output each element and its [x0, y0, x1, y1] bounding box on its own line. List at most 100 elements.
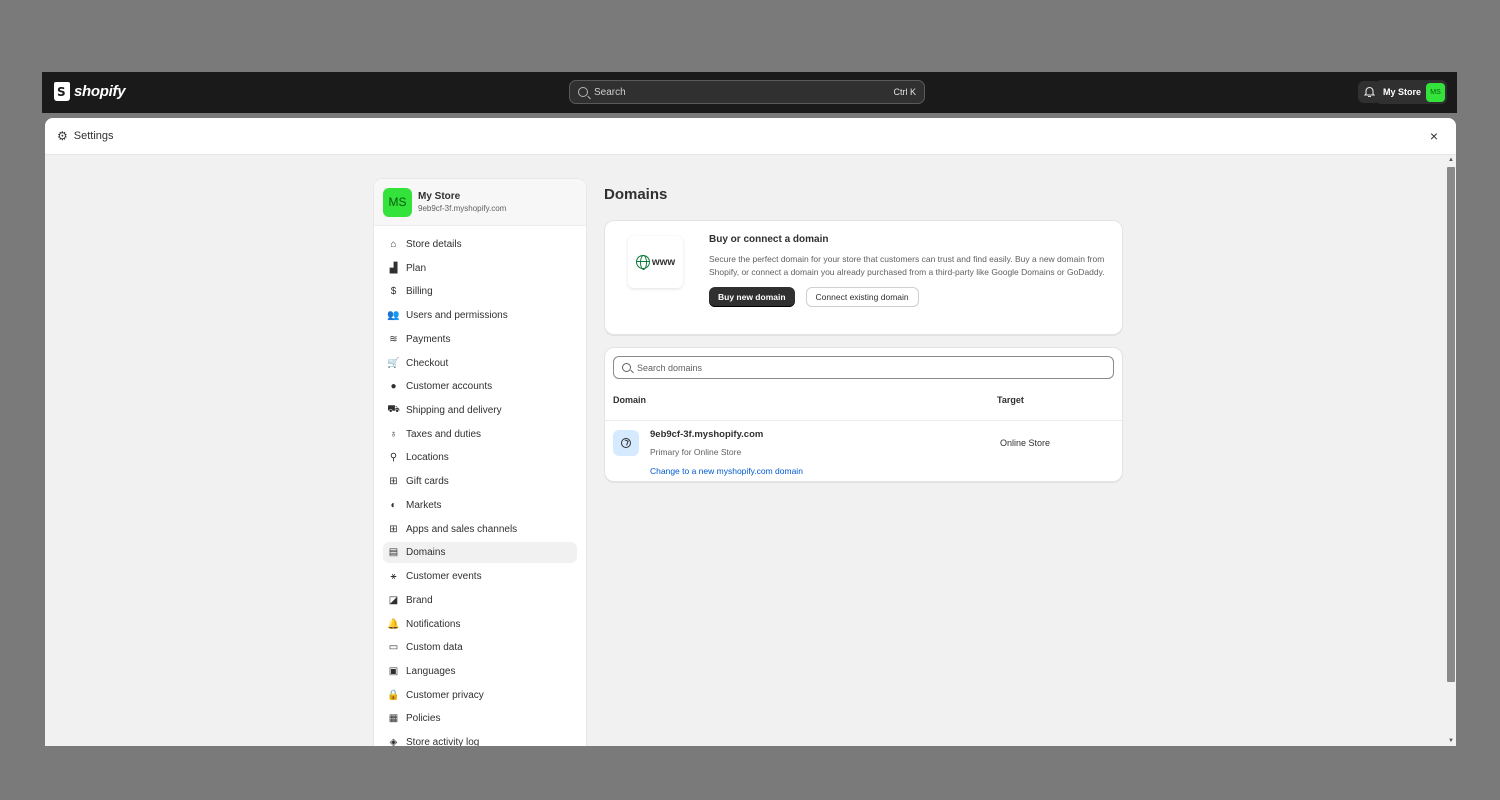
sidebar-item-label: Locations [406, 452, 449, 464]
settings-header: ⚙ Settings × [45, 118, 1456, 155]
sidebar-item-plan[interactable]: ▟ Plan [383, 258, 577, 279]
sidebar-item-brand[interactable]: ◪ Brand [383, 590, 577, 611]
column-domain: Domain [613, 395, 647, 405]
page-title: Domains [604, 186, 668, 203]
search-icon [622, 363, 631, 372]
globe-icon [635, 255, 650, 270]
buy-new-domain-button[interactable]: Buy new domain [709, 287, 795, 308]
domains-icon: ▤ [388, 547, 399, 559]
scroll-up-icon[interactable]: ▲ [1448, 157, 1454, 163]
users-icon: 👥 [387, 310, 400, 322]
store-url: 9eb9cf-3f.myshopify.com [418, 204, 507, 213]
gear-icon: ⚙ [57, 129, 68, 143]
sidebar-item-label: Markets [406, 499, 442, 511]
sidebar-item-label: Store details [406, 239, 462, 250]
www-text: www [651, 256, 676, 268]
top-bar: shopify Search Ctrl K My Store MS [42, 72, 1457, 113]
settings-title: Settings [73, 130, 114, 142]
sidebar-item-apps-and-sales-channels[interactable]: ⊞ Apps and sales channels [383, 519, 577, 540]
table-header: Domain Target [605, 390, 1122, 421]
search-domains-placeholder: Search domains [637, 362, 703, 373]
sidebar-item-policies[interactable]: ▦ Policies [383, 708, 577, 729]
sidebar-item-gift-cards[interactable]: ⊞ Gift cards [383, 471, 577, 492]
sidebar-item-label: Plan [406, 262, 427, 274]
apps-icon: ⊞ [389, 523, 398, 535]
domain-target: Online Store [1000, 438, 1051, 448]
bell-icon: 🔔 [387, 618, 400, 630]
sidebar-item-store-details[interactable]: ⌂ Store details [383, 234, 577, 255]
payments-icon: ≋ [389, 333, 398, 345]
domains-table-card: Search domains Domain Target 9eb9cf-3f.m… [604, 347, 1123, 482]
search-shortcut: Ctrl K [893, 87, 917, 97]
shopify-bag-icon [54, 82, 70, 101]
sidebar-item-label: Customer privacy [406, 689, 484, 701]
lock-icon: 🔒 [387, 689, 400, 701]
sidebar-item-label: Taxes and duties [406, 428, 482, 440]
sidebar-item-billing[interactable]: $ Billing [383, 281, 577, 302]
sidebar-item-label: Users and permissions [406, 310, 508, 322]
gift-icon: ⊞ [389, 476, 398, 488]
search-icon [578, 87, 588, 97]
domain-status: Primary for Online Store [650, 447, 742, 457]
column-target: Target [997, 395, 1024, 405]
settings-window: ⚙ Settings × ▲ ▼ MS My Store 9eb9cf-3f.m… [45, 118, 1456, 746]
settings-sidebar: MS My Store 9eb9cf-3f.myshopify.com ⌂ Sto… [373, 178, 587, 746]
location-icon: ⚲ [389, 452, 398, 464]
brand-icon: ◪ [388, 594, 399, 606]
settings-nav: ⌂ Store details ▟ Plan $ Billing 👥 Users and pe… [374, 226, 586, 746]
sidebar-item-customer-events[interactable]: ⚹ Customer events [383, 566, 577, 587]
sidebar-item-label: Domains [406, 547, 446, 559]
promo-heading: Buy or connect a domain [709, 234, 829, 245]
sidebar-item-taxes-and-duties[interactable]: ♁ Taxes and duties [383, 424, 577, 445]
sidebar-item-label: Policies [406, 713, 441, 725]
store-avatar: MS [1426, 82, 1445, 102]
sidebar-item-checkout[interactable]: 🛒 Checkout [383, 353, 577, 374]
search-domains-input[interactable]: Search domains [613, 356, 1114, 379]
policies-icon: ▦ [388, 713, 399, 725]
sidebar-item-domains[interactable]: ▤ Domains [383, 542, 577, 564]
buy-connect-domain-card: www Buy or connect a domain Secure the p… [604, 220, 1123, 335]
scrollbar-thumb[interactable] [1447, 167, 1455, 682]
store-icon: ⌂ [390, 239, 397, 250]
global-search-input[interactable]: Search Ctrl K [569, 80, 925, 104]
sidebar-item-shipping-and-delivery[interactable]: ⛟ Shipping and delivery [383, 400, 577, 421]
sidebar-item-store-activity-log[interactable]: ◈ Store activity log [383, 732, 577, 746]
domain-name[interactable]: 9eb9cf-3f.myshopify.com [650, 429, 763, 440]
sidebar-item-label: Apps and sales channels [406, 523, 518, 535]
close-button[interactable]: × [1430, 128, 1438, 144]
sidebar-item-languages[interactable]: ▣ Languages [383, 661, 577, 682]
store-menu-button[interactable]: My Store MS [1375, 80, 1447, 104]
tax-icon: ♁ [389, 428, 398, 440]
logo-text: shopify [74, 83, 126, 100]
sidebar-item-label: Shipping and delivery [406, 405, 502, 417]
store-button-label: My Store [1383, 87, 1422, 97]
sidebar-item-customer-accounts[interactable]: ● Customer accounts [383, 376, 577, 397]
data-icon: ▭ [388, 642, 399, 654]
scroll-down-icon[interactable]: ▼ [1448, 738, 1454, 744]
domain-globe-icon [613, 430, 639, 456]
scrollbar[interactable]: ▲ ▼ [1445, 155, 1456, 746]
sidebar-item-payments[interactable]: ≋ Payments [383, 329, 577, 350]
sidebar-item-customer-privacy[interactable]: 🔒 Customer privacy [383, 685, 577, 706]
language-icon: ▣ [388, 665, 399, 677]
sidebar-item-label: Notifications [406, 618, 461, 630]
change-domain-link[interactable]: Change to a new myshopify.com domain [650, 466, 803, 476]
store-name: My Store [418, 191, 461, 202]
globe-icon: ◐ [390, 499, 397, 511]
sidebar-item-label: Store activity log [406, 737, 480, 746]
connect-existing-domain-button[interactable]: Connect existing domain [805, 287, 919, 308]
search-placeholder: Search [594, 86, 626, 98]
table-row[interactable]: 9eb9cf-3f.myshopify.com Primary for Onli… [605, 422, 1122, 482]
sidebar-item-markets[interactable]: ◐ Markets [383, 495, 577, 516]
sidebar-item-label: Billing [406, 286, 433, 298]
sidebar-item-label: Languages [406, 665, 456, 677]
sidebar-item-locations[interactable]: ⚲ Locations [383, 447, 577, 468]
sidebar-item-users-and-permissions[interactable]: 👥 Users and permissions [383, 305, 577, 326]
shopify-logo[interactable]: shopify [54, 82, 126, 101]
sidebar-item-label: Custom data [406, 642, 463, 654]
sidebar-item-notifications[interactable]: 🔔 Notifications [383, 614, 577, 635]
promo-body: Secure the perfect domain for your store… [709, 254, 1105, 278]
sidebar-item-custom-data[interactable]: ▭ Custom data [383, 637, 577, 658]
sidebar-item-label: Customer accounts [406, 381, 493, 393]
store-card[interactable]: MS My Store 9eb9cf-3f.myshopify.com [374, 179, 586, 226]
